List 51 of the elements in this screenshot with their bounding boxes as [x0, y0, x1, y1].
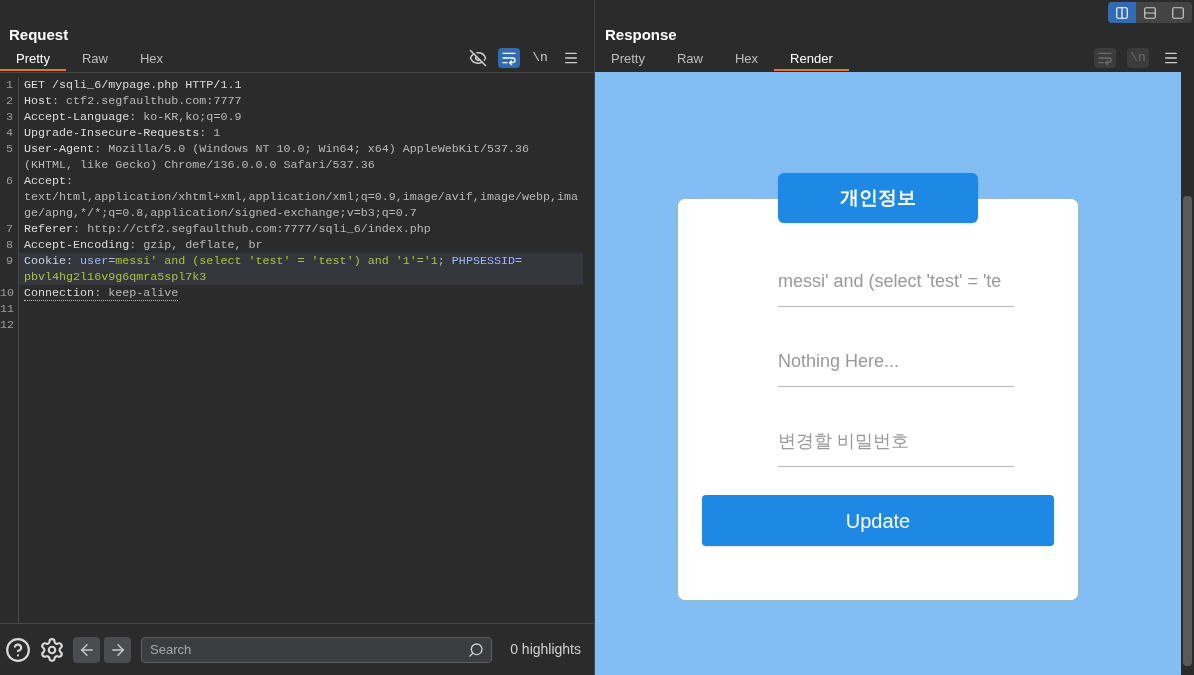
code-text: Connection: keep-alive: [24, 286, 179, 301]
search-icon: [468, 641, 484, 658]
layout-icon: [1115, 5, 1129, 20]
tab[interactable]: Hex: [719, 49, 775, 71]
code-text: User-Agent: Mozilla/5.0 (Windows NT 10.0; Win64; x64) AppleWebKit/537.36: [24, 142, 529, 157]
search-field[interactable]: Search: [141, 636, 492, 663]
layout-toggle[interactable]: [1108, 2, 1136, 23]
line-number: 4: [0, 125, 19, 141]
line-number: 2: [0, 93, 19, 109]
wrap-text-icon[interactable]: [498, 48, 520, 68]
newline-toggle[interactable]: \n: [529, 48, 551, 68]
panel-title: Request: [8, 25, 70, 45]
line-number: 7: [0, 221, 19, 237]
tab[interactable]: Hex: [124, 49, 180, 71]
tab[interactable]: Pretty: [595, 49, 661, 71]
code-text: Accept-Encoding: gzip, deflate, br: [24, 238, 263, 253]
layout-icon: [1171, 5, 1185, 20]
tab[interactable]: Pretty: [0, 49, 66, 71]
highlights-count: 0 highlights: [510, 640, 582, 659]
tab[interactable]: Raw: [65, 49, 124, 71]
line-number: 6: [0, 173, 19, 221]
code-text: pbvl4hg2l16v9g6qmra5spl7k3: [24, 270, 207, 285]
back-button[interactable]: [73, 636, 100, 663]
line-number: 5: [0, 141, 19, 173]
code-text: ge/apng,*/*;q=0.8,application/signed-exchange;v=b3;q=0.7: [24, 206, 417, 221]
layout-icon: [1143, 5, 1157, 20]
settings-icon[interactable]: [39, 636, 65, 663]
code-text: Accept-Language: ko-KR,ko;q=0.9: [24, 110, 242, 125]
line-number: 1: [0, 77, 19, 93]
line-number: 3: [0, 109, 19, 125]
card-heading: 개인정보: [778, 173, 978, 223]
code-text: GET /sqli_6/mypage.php HTTP/1.1: [24, 78, 242, 93]
code-text: Host: ctf2.segfaulthub.com:7777: [24, 94, 242, 109]
layout-toggle[interactable]: [1136, 2, 1164, 23]
forward-button[interactable]: [104, 636, 131, 663]
line-number: 12: [0, 317, 19, 333]
code-text: Upgrade-Insecure-Requests: 1: [24, 126, 221, 141]
help-icon[interactable]: [5, 636, 31, 663]
code-text: (KHTML, like Gecko) Chrome/136.0.0.0 Safari/537.36: [24, 158, 375, 173]
code-text: Accept:: [24, 174, 74, 189]
layout-toggle[interactable]: [1164, 2, 1192, 23]
panel-title: Response: [604, 25, 678, 45]
line-number: 11: [0, 301, 19, 317]
update-button[interactable]: Update: [702, 495, 1054, 546]
line-number: 8: [0, 237, 19, 253]
code-text: Cookie: user=messi' and (select 'test' = 'test') and '1'='1; PHPSESSID=: [24, 254, 522, 269]
code-text: text/html,application/xhtml+xml,application/xml;q=0.9,image/avif,image/webp,ima: [24, 190, 579, 205]
hide-icon[interactable]: [467, 48, 489, 68]
line-number: 10: [0, 285, 19, 301]
code-text: Referer: http://ctf2.segfaulthub.com:7777/sqli_6/index.php: [24, 222, 431, 237]
tab[interactable]: Raw: [660, 49, 719, 71]
